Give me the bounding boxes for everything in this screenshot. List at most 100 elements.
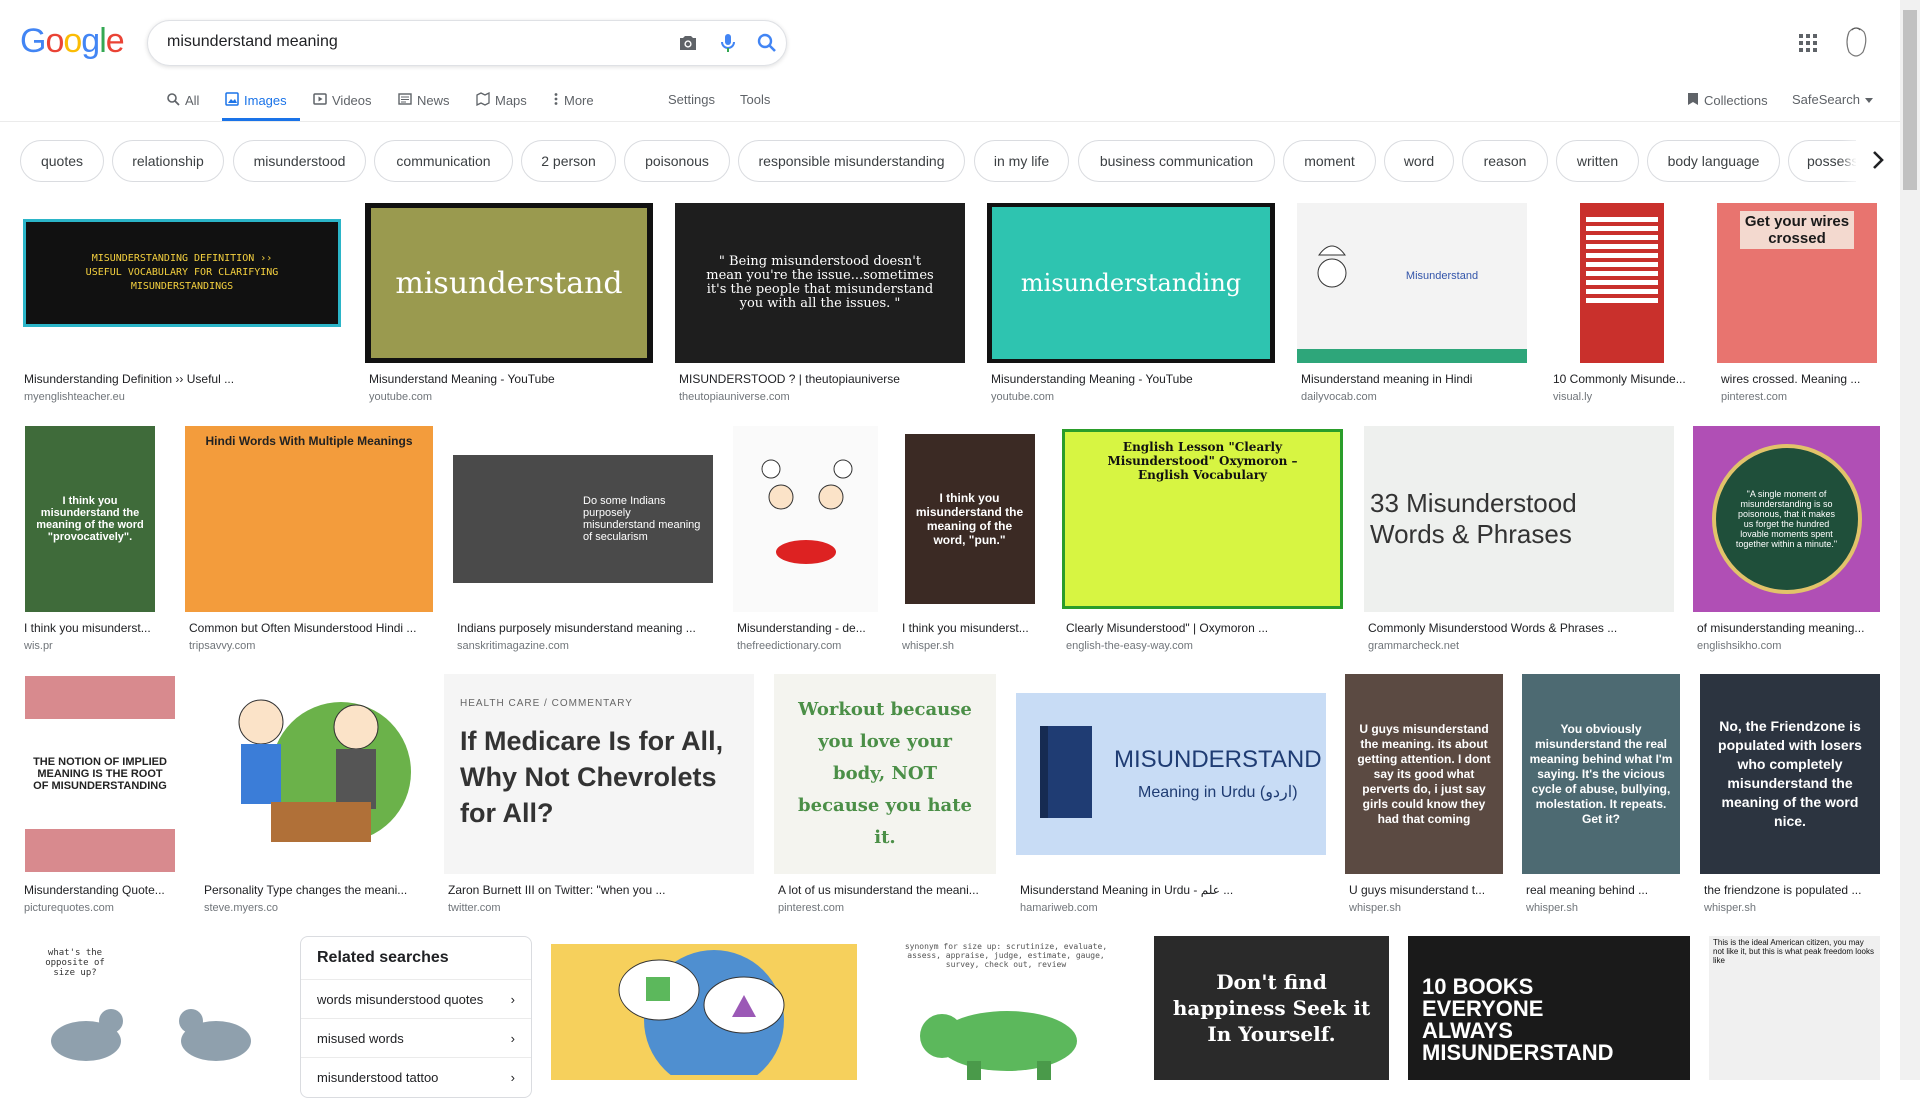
related-search-item[interactable]: misunderstood tattoo › <box>317 1070 515 1085</box>
search-input[interactable]: misunderstand meaning <box>167 33 338 51</box>
result-thumbnail[interactable]: I think you misunderstand the meaning of… <box>898 426 1041 612</box>
result-thumbnail[interactable]: Misunderstand <box>1297 203 1527 363</box>
image-result[interactable]: I think you misunderstand the meaning of… <box>20 426 160 656</box>
result-thumbnail[interactable]: what's the opposite of size up? <box>20 936 282 1080</box>
result-title[interactable]: U guys misunderstand t... <box>1349 883 1503 897</box>
image-result[interactable]: Misunderstanding - de... thefreedictiona… <box>733 426 878 656</box>
result-title[interactable]: Misunderstanding Definition ›› Useful ..… <box>24 372 344 386</box>
chip-word[interactable]: word <box>1384 140 1454 182</box>
tab-news[interactable]: News <box>398 92 450 109</box>
settings-link[interactable]: Settings <box>668 92 715 107</box>
image-result[interactable]: misunderstanding Misunderstanding Meanin… <box>987 203 1275 403</box>
result-thumbnail[interactable]: This is the ideal American citizen, you … <box>1709 936 1880 1080</box>
image-result[interactable]: Do some Indians purposely misunderstand … <box>453 426 713 656</box>
tab-all[interactable]: All <box>166 92 199 109</box>
chip-communication[interactable]: communication <box>374 140 513 182</box>
chip-written[interactable]: written <box>1556 140 1639 182</box>
result-thumbnail[interactable]: synonym for size up: scrutinize, evaluat… <box>877 936 1135 1080</box>
image-result[interactable]: 33 Misunderstood Words & Phrases Commonl… <box>1364 426 1674 656</box>
result-thumbnail[interactable]: " Being misunderstood doesn't mean you'r… <box>675 203 965 363</box>
image-result[interactable]: MISUNDERSTANDING DEFINITION ›› USEFUL VO… <box>20 203 344 403</box>
result-thumbnail[interactable]: MISUNDERSTANDING DEFINITION ›› USEFUL VO… <box>20 203 344 343</box>
image-result[interactable]: synonym for size up: scrutinize, evaluat… <box>877 936 1135 1080</box>
image-result[interactable]: "A single moment of misunderstanding is … <box>1693 426 1880 656</box>
result-thumbnail[interactable]: No, the Friendzone is populated with los… <box>1700 674 1880 874</box>
search-icon[interactable] <box>755 31 779 55</box>
image-result[interactable]: misunderstand Misunderstand Meaning - Yo… <box>365 203 653 403</box>
result-thumbnail[interactable]: "A single moment of misunderstanding is … <box>1693 426 1880 612</box>
result-title[interactable]: wires crossed. Meaning ... <box>1721 372 1877 386</box>
image-result[interactable] <box>551 944 857 1080</box>
result-title[interactable]: Indians purposely misunderstand meaning … <box>457 621 713 635</box>
related-search-item[interactable]: misused words › <box>317 1031 515 1046</box>
camera-icon[interactable] <box>676 31 700 55</box>
account-avatar[interactable] <box>1840 24 1872 62</box>
chip-in-my-life[interactable]: in my life <box>974 140 1069 182</box>
result-thumbnail[interactable]: misunderstanding <box>987 203 1275 363</box>
result-thumbnail[interactable]: Hindi Words With Multiple Meanings <box>185 426 433 612</box>
image-result[interactable]: Get your wires crossed wires crossed. Me… <box>1717 203 1877 403</box>
chips-next-button[interactable] <box>1856 140 1900 184</box>
image-result[interactable]: You obviously misunderstand the real mea… <box>1522 674 1680 914</box>
result-title[interactable]: MISUNDERSTOOD ? | theutopiauniverse <box>679 372 965 386</box>
result-thumbnail[interactable]: Get your wires crossed <box>1717 203 1877 363</box>
chip-2-person[interactable]: 2 person <box>521 140 616 182</box>
chip-business-communication[interactable]: business communication <box>1078 140 1275 182</box>
chip-relationship[interactable]: relationship <box>112 140 224 182</box>
image-result[interactable]: No, the Friendzone is populated with los… <box>1700 674 1880 914</box>
collections-link[interactable]: Collections <box>1687 92 1768 109</box>
chip-misunderstood[interactable]: misunderstood <box>233 140 366 182</box>
chip-quotes[interactable]: quotes <box>20 140 104 182</box>
result-thumbnail[interactable]: U guys misunderstand the meaning. its ab… <box>1345 674 1503 874</box>
result-title[interactable]: Misunderstanding Meaning - YouTube <box>991 372 1275 386</box>
result-thumbnail[interactable]: English Lesson "Clearly Misunderstood" O… <box>1062 426 1343 612</box>
result-title[interactable]: Clearly Misunderstood" | Oxymoron ... <box>1066 621 1343 635</box>
tab-images[interactable]: Images <box>225 92 287 109</box>
tab-more[interactable]: More <box>553 92 594 109</box>
result-thumbnail[interactable]: You obviously misunderstand the real mea… <box>1522 674 1680 874</box>
result-thumbnail[interactable] <box>733 426 878 612</box>
result-title[interactable]: Misunderstanding Quote... <box>24 883 180 897</box>
result-thumbnail[interactable]: 10 BOOKS EVERYONE ALWAYS MISUNDERSTAND <box>1408 936 1690 1080</box>
google-logo[interactable]: Google <box>20 22 125 61</box>
image-result[interactable]: English Lesson "Clearly Misunderstood" O… <box>1062 426 1343 656</box>
result-thumbnail[interactable]: Don't find happiness Seek it In Yourself… <box>1154 936 1389 1080</box>
image-result[interactable]: MISUNDERSTAND Meaning in Urdu (اردو) Mis… <box>1016 674 1326 914</box>
tools-link[interactable]: Tools <box>740 92 770 107</box>
result-title[interactable]: Misunderstanding - de... <box>737 621 878 635</box>
chip-reason[interactable]: reason <box>1462 140 1548 182</box>
result-title[interactable]: Misunderstand Meaning in Urdu - علم ... <box>1020 883 1326 897</box>
result-title[interactable]: 10 Commonly Misunde... <box>1553 372 1695 386</box>
result-title[interactable]: A lot of us misunderstand the meani... <box>778 883 996 897</box>
chip-body-language[interactable]: body language <box>1647 140 1780 182</box>
image-result[interactable]: 10 Commonly Misunde... visual.ly <box>1549 203 1695 403</box>
result-title[interactable]: real meaning behind ... <box>1526 883 1680 897</box>
image-result[interactable]: This is the ideal American citizen, you … <box>1709 936 1880 1080</box>
chip-responsible-misunderstanding[interactable]: responsible misunderstanding <box>738 140 965 182</box>
result-title[interactable]: I think you misunderst... <box>902 621 1041 635</box>
result-thumbnail[interactable]: MISUNDERSTAND Meaning in Urdu (اردو) <box>1016 674 1326 874</box>
result-title[interactable]: Commonly Misunderstood Words & Phrases .… <box>1368 621 1674 635</box>
result-thumbnail[interactable]: I think you misunderstand the meaning of… <box>20 426 160 612</box>
result-title[interactable]: Common but Often Misunderstood Hindi ... <box>189 621 433 635</box>
image-result[interactable]: I think you misunderstand the meaning of… <box>898 426 1041 656</box>
image-result[interactable]: THE NOTION OF IMPLIED MEANING IS THE ROO… <box>20 674 180 914</box>
result-thumbnail[interactable]: misunderstand <box>365 203 653 363</box>
safesearch-menu[interactable]: SafeSearch <box>1792 92 1873 107</box>
related-search-item[interactable]: words misunderstood quotes › <box>317 992 515 1007</box>
search-box[interactable]: misunderstand meaning <box>147 20 787 66</box>
apps-grid-icon[interactable] <box>1797 32 1819 54</box>
result-title[interactable]: Misunderstand Meaning - YouTube <box>369 372 653 386</box>
image-result[interactable]: Workout because you love your body, NOT … <box>774 674 996 914</box>
image-result[interactable]: Don't find happiness Seek it In Yourself… <box>1154 936 1389 1080</box>
image-result[interactable]: 10 BOOKS EVERYONE ALWAYS MISUNDERSTAND <box>1408 936 1690 1080</box>
microphone-icon[interactable] <box>716 31 740 55</box>
result-thumbnail[interactable]: 33 Misunderstood Words & Phrases <box>1364 426 1674 612</box>
image-result[interactable]: Personality Type changes the meani... st… <box>200 674 422 914</box>
scrollbar-thumb[interactable] <box>1903 10 1917 190</box>
image-result[interactable]: Hindi Words With Multiple Meanings Commo… <box>185 426 433 656</box>
chip-moment[interactable]: moment <box>1283 140 1376 182</box>
result-thumbnail[interactable] <box>200 674 422 874</box>
tab-videos[interactable]: Videos <box>313 92 372 109</box>
image-result[interactable]: what's the opposite of size up? <box>20 936 282 1080</box>
